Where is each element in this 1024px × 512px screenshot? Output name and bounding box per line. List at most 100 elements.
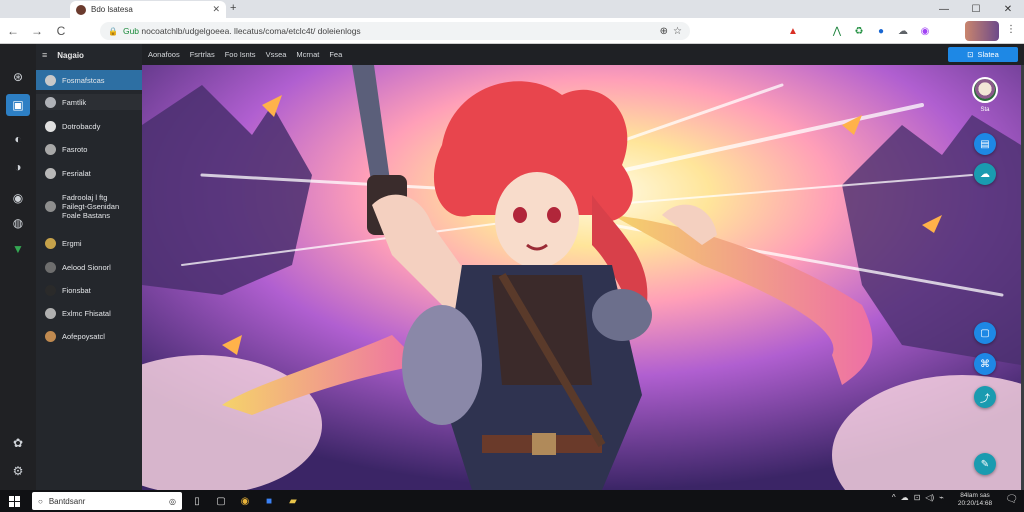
close-window-button[interactable]: ✕ [992,0,1024,18]
menu-item[interactable]: Foo Isnts [225,50,256,59]
chat-icon[interactable]: ◍ [9,214,27,232]
sidebar-item-icon [45,237,56,249]
extension-red-icon[interactable]: ▲ [782,22,804,40]
tray-icon[interactable]: ⌁ [939,493,944,502]
clock[interactable]: 84lam sas 20:20/14:68 [952,492,998,508]
image-icon[interactable]: ▣ [6,94,30,116]
image-edit-button[interactable]: ⌘ [974,353,996,375]
minimize-button[interactable]: — [928,0,960,18]
reload-button[interactable]: C [50,20,72,42]
maximize-button[interactable]: ☐ [960,0,992,18]
tray-icon[interactable]: ☁ [901,493,909,502]
sidebar-item-icon [45,74,56,86]
close-tab-icon[interactable]: ✕ [212,4,220,15]
sidebar-item-icon [45,96,56,108]
sidebar: ≡ Nagaio Fosmafstcas Famtlik Dotrobacdy Fas… [36,44,142,490]
new-tab-button[interactable]: + [230,2,236,14]
file-icon[interactable]: ▢ [212,492,230,510]
save-button[interactable]: ▤ [974,133,996,155]
tab-bar: Bdo lsatesa ✕ + — ☐ ✕ [0,0,1024,18]
cloud-icon: ☁ [980,168,990,180]
url-text[interactable]: Gub nocoatchlb/udgelgoeea. llecatus/coma… [123,26,655,36]
layers-icon[interactable]: ◐ [9,130,27,148]
sidebar-item[interactable]: Famtlik [36,94,142,110]
sidebar-item[interactable]: Fesrialat [36,164,142,182]
extensions-bar: ▲ ⋀ ♻ ● ☁ ◉ [782,22,936,40]
clock-time: 84lam sas [960,492,990,499]
sidebar-item[interactable]: Aofepoysatcl [36,327,142,345]
sidebar-item[interactable]: Fosmafstcas [36,70,142,90]
sidebar-item-label: Aofepoysatcl [62,331,105,341]
browser-tab[interactable]: Bdo lsatesa ✕ [70,1,226,18]
gear-icon[interactable]: ⚙ [9,462,27,480]
address-bar[interactable]: 🔒 Gub nocoatchlb/udgelgoeea. llecatus/co… [100,22,690,40]
sidebar-item-icon [45,284,56,296]
menu-item[interactable]: Mcrnat [296,50,319,59]
profile-avatar[interactable] [965,21,999,41]
taskbar: ○ Bantdsanr ◎ ▯ ▢ ◉ ■ ▰ ^ ☁ ⊡ ◁) ⌁ 84lam sas… [0,490,1024,512]
sidebar-item[interactable]: Fasroto [36,140,142,158]
user-avatar[interactable] [972,77,998,103]
search-placeholder: Bantdsanr [48,496,86,506]
extension-shield-icon[interactable]: ● [870,22,892,40]
browser-icon[interactable]: ◉ [236,492,254,510]
cloud-sync-button[interactable]: ☁ [974,163,996,185]
zoom-icon[interactable]: ⊕ [660,26,668,37]
sidebar-item-label: Fionsbat [62,285,91,295]
menu-item[interactable]: Vssea [266,50,287,59]
mic-icon[interactable]: ◎ [169,497,176,506]
home-icon[interactable]: ⊛ [9,68,27,86]
sidebar-item-label: Exlmc Fhisatal [62,308,111,318]
sidebar-item[interactable]: Exlmc Fhisatal [36,304,142,322]
sidebar-item[interactable]: Dotrobacdy [36,117,142,135]
share-icon[interactable]: ◑ [9,158,27,176]
download-icon[interactable]: ▼ [9,240,27,258]
share-button[interactable]: ⊡ Slatea [948,47,1018,62]
extension-green-icon[interactable]: ⋀ [826,22,848,40]
folder-icon[interactable]: ▰ [284,492,302,510]
sidebar-item-label: Dotrobacdy [62,121,101,131]
settings-icon[interactable]: ✿ [9,434,27,452]
taskbar-search[interactable]: ○ Bantdsanr ◎ [32,492,182,510]
menu-item[interactable]: Fea [329,50,342,59]
extension-cloud-icon[interactable]: ☁ [892,22,914,40]
start-button[interactable] [0,490,28,512]
sidebar-item[interactable]: Fadroolaj l ftg Failegt-Gsenidan Foale B… [36,186,142,226]
menu-item[interactable]: Aonafoos [148,50,180,59]
tray-icon[interactable]: ^ [892,493,896,502]
notification-icon[interactable]: 🗨 [1005,494,1018,505]
menu-item[interactable]: Fsrtrlas [190,50,215,59]
forward-button[interactable]: → [26,20,48,42]
anime-illustration [142,65,1021,490]
image-canvas[interactable] [142,65,1021,490]
tray-icon[interactable]: ⊡ [914,493,921,502]
sidebar-item[interactable]: Ergmi [36,234,142,252]
tab-title: Bdo lsatesa [91,5,133,14]
extension-recycle-icon[interactable]: ♻ [848,22,870,40]
sidebar-item[interactable]: Aelood Sionorl [36,258,142,276]
search-icon: ○ [38,496,43,506]
taskbar-apps: ▯ ▢ ◉ ■ ▰ [188,492,302,510]
sidebar-item-icon [45,200,56,212]
menu-icon[interactable]: ≡ [42,50,47,60]
cloud-icon[interactable]: ◉ [9,189,27,207]
sidebar-item-label: Fesrialat [62,168,91,178]
sidebar-item-label: Fadroolaj l ftg Failegt-Gsenidan Foale B… [62,192,120,220]
extension-purple-icon[interactable]: ◉ [914,22,936,40]
sidebar-item-icon [45,120,56,132]
edit-button[interactable]: ✎ [974,453,996,475]
mail-icon[interactable]: ■ [260,492,278,510]
browser-toolbar: ← → C 🔒 Gub nocoatchlb/udgelgoeea. lleca… [0,18,1024,44]
task-view-icon[interactable]: ▯ [188,492,206,510]
bookmark-star-icon[interactable]: ☆ [673,26,682,37]
tray-icon[interactable]: ◁) [925,493,934,502]
sidebar-header: ≡ Nagaio [36,44,142,66]
sidebar-item-label: Fasroto [62,144,88,154]
url-path: nocoatchlb/udgelgoeea. llecatus/coma/etc… [141,26,361,36]
sidebar-item-icon [45,330,56,342]
share-fab-button[interactable]: ⤴ [974,386,996,408]
sidebar-item[interactable]: Fionsbat [36,281,142,299]
chat-button[interactable]: ▢ [974,322,996,344]
browser-menu-icon[interactable]: ⋮ [1006,24,1016,35]
back-button[interactable]: ← [2,20,24,42]
